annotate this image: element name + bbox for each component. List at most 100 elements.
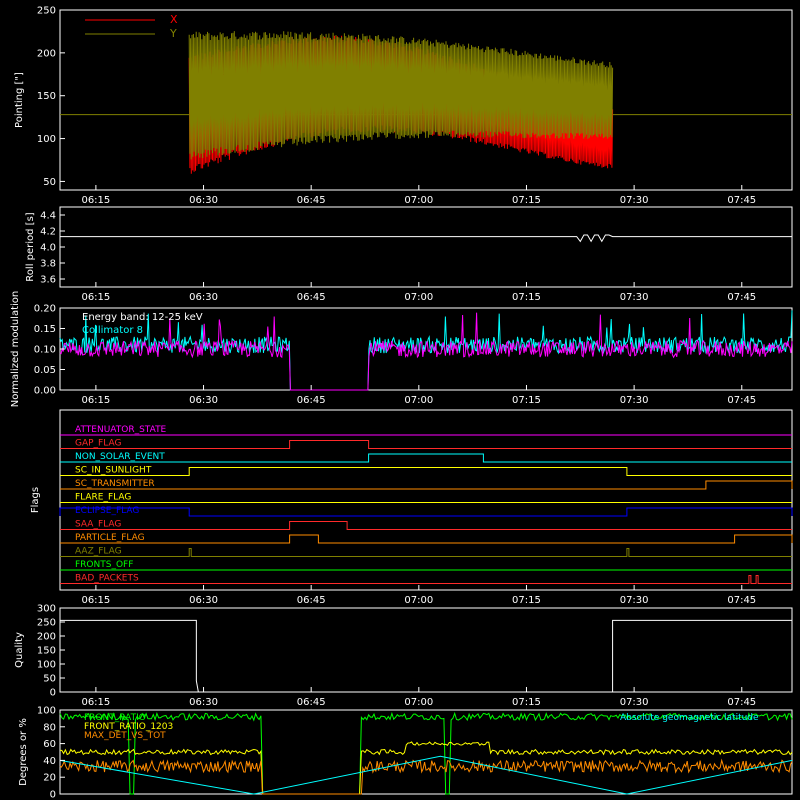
x-tick-label: 07:00 [404,292,433,303]
quality-panel: Quality 0 50 100 150 200 250 300 06:15 06:30 06:… [14,604,793,708]
roll-period-line [60,234,792,243]
y-tick-label: 3.8 [40,259,56,270]
flag-label: FLARE_FLAG [75,493,131,503]
x-tick-label: 07:00 [404,697,433,708]
y-tick-label: 0.10 [34,345,56,356]
flag-label: SC_TRANSMITTER [75,479,155,489]
degrees-ylabel: Degrees or % [18,718,29,786]
x-tick-label: 07:00 [404,195,433,206]
flag-line [60,521,792,530]
roll-ylabel: Roll period [s] [25,212,36,281]
legend-x-label: X [170,13,178,26]
x-tick-label: 07:45 [727,395,756,406]
legend-energy-band: Energy band: 12-25 keV [82,312,203,323]
pointing-ylabel: Pointing ["] [14,72,25,128]
x-tick-label: 07:15 [512,395,541,406]
flag-line [60,453,792,463]
y-tick-label: 150 [37,91,56,102]
flag-label: SAA_FLAG [75,520,121,530]
roll-frame [59,206,793,288]
y-tick-label: 0.15 [34,324,56,335]
max-det-line [59,758,793,795]
x-tick-label: 07:30 [620,395,649,406]
x-tick-label: 06:45 [297,195,326,206]
flag-line [60,534,793,544]
quality-ylabel: Quality [14,632,25,668]
modulation-series [59,312,793,391]
flags-panel: ATTENUATOR_STATE GAP_FLAG NON_SOLAR_EVENT S… [30,409,793,606]
modulation-panel: Normalized modulation 0.00 0.05 0.10 0.15 0.… [10,291,793,408]
y-tick-label: 250 [37,618,56,629]
y-tick-label: 80 [43,722,56,733]
x-tick-label: 06:15 [81,292,110,303]
x-tick-label: 06:15 [81,697,110,708]
x-tick-label: 07:30 [620,697,649,708]
y-tick-label: 20 [43,773,56,784]
y-tick-label: 50 [43,177,56,188]
x-tick-label: 07:30 [620,292,649,303]
x-tick-label: 07:00 [404,595,433,606]
x-tick-label: 06:15 [81,595,110,606]
flags-ylabel: Flags [30,487,41,513]
flag-line [60,575,792,584]
y-tick-label: 100 [37,134,56,145]
x-tick-label: 07:30 [620,195,649,206]
x-tick-label: 07:45 [727,292,756,303]
y-tick-label: 200 [37,48,56,59]
x-tick-label: 06:15 [81,395,110,406]
flag-line [60,440,792,449]
x-tick-label: 07:15 [512,595,541,606]
x-tick-label: 06:30 [189,697,218,708]
legend-max-det: MAX_DET_VS_TOT [84,731,166,741]
x-tick-label: 07:15 [512,195,541,206]
legend-y-label: Y [169,27,177,40]
flag-label: AAZ_FLAG [75,547,122,557]
x-tick-label: 06:15 [81,195,110,206]
y-tick-label: 100 [37,706,56,717]
x-tick-label: 06:45 [297,292,326,303]
flag-line [60,548,792,557]
x-tick-label: 07:00 [404,395,433,406]
flag-label: NON_SOLAR_EVENT [75,452,165,462]
flag-line [60,480,793,490]
x-tick-label: 07:30 [620,595,649,606]
y-tick-label: 0.20 [34,304,56,315]
flags-frame [59,409,793,591]
y-tick-label: 0.00 [34,386,56,397]
y-tick-label: 3.6 [40,275,56,286]
y-tick-label: 250 [37,6,56,17]
x-tick-label: 07:45 [727,697,756,708]
flag-label: BAD_PACKETS [75,574,139,584]
legend-geomag-lat: Absolute geomagnetic latitude [620,713,759,723]
modulation-ylabel: Normalized modulation [10,291,21,408]
pointing-panel: Pointing ["] 50 100 150 200 250 06:15 06:30 06… [14,6,793,206]
geomag-lat-line [59,755,793,795]
y-tick-label: 0 [50,790,56,800]
roll-period-panel: Roll period [s] 3.6 3.8 4.0 4.2 4.4 06:15 06:… [25,206,793,303]
x-tick-label: 06:45 [297,395,326,406]
x-tick-label: 07:15 [512,697,541,708]
y-tick-label: 0.05 [34,365,56,376]
y-tick-label: 300 [37,604,56,615]
flag-label: GAP_FLAG [75,439,121,449]
y-tick-label: 4.0 [40,243,56,254]
legend-collimator: Collimator 8 [82,325,143,336]
y-tick-label: 150 [37,646,56,657]
x-tick-label: 07:15 [512,292,541,303]
flag-line [60,467,792,476]
x-tick-label: 06:45 [297,697,326,708]
degrees-panel: Degrees or % 020406080100 FRONT_RATIO FR… [18,706,793,800]
y-tick-label: 200 [37,632,56,643]
x-tick-label: 06:30 [189,195,218,206]
y-tick-label: 60 [43,739,56,750]
y-tick-label: 40 [43,756,56,767]
y-tick-label: 4.2 [40,227,56,238]
x-tick-label: 06:30 [189,395,218,406]
x-tick-label: 07:45 [727,195,756,206]
x-tick-label: 06:45 [297,595,326,606]
y-tick-label: 4.4 [40,211,56,222]
y-tick-label: 100 [37,660,56,671]
flag-line [59,507,793,517]
flag-label: PARTICLE_FLAG [75,533,145,543]
multi-panel-chart: Pointing ["] 50100150200250 06:15 06:30 06… [10,6,793,800]
